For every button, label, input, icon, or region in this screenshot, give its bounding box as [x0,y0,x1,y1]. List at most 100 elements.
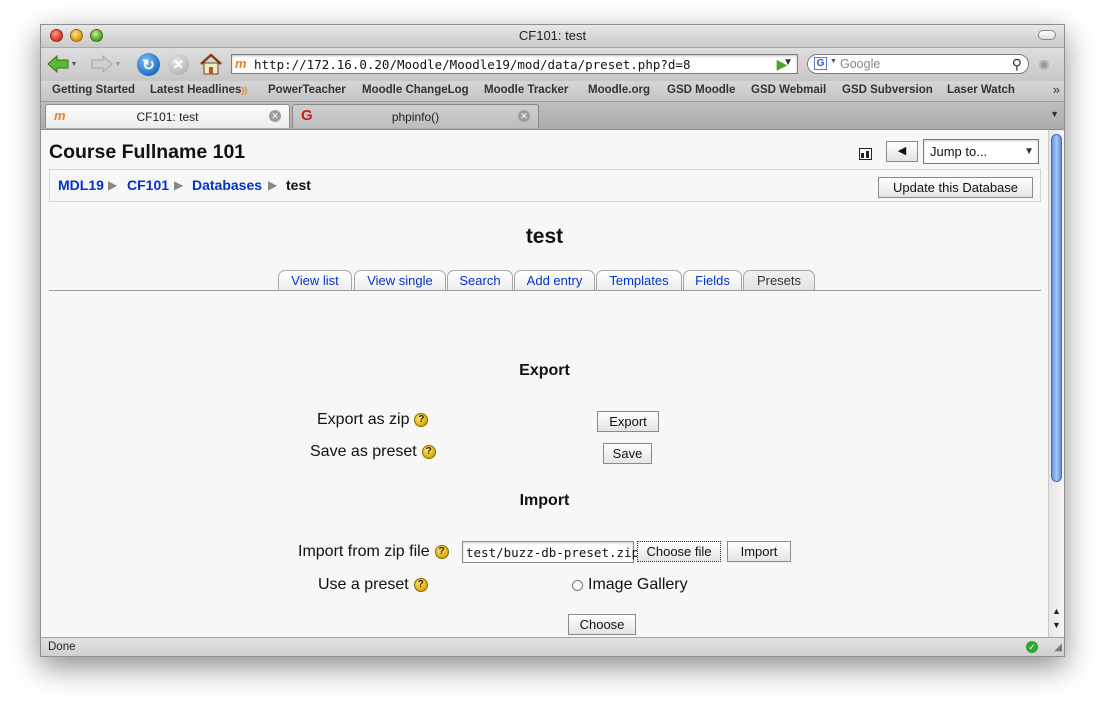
jump-to-select[interactable]: Jump to... ▼ [923,139,1039,164]
forward-history-dropdown-icon[interactable]: ▼ [114,60,122,68]
zip-file-field[interactable]: test/buzz-db-preset.zip [462,541,639,563]
bookmark-moodle-changelog[interactable]: Moodle ChangeLog [362,84,469,96]
use-preset-label: Use a preset [318,576,409,593]
image-gallery-label[interactable]: Image Gallery [588,576,688,594]
search-input[interactable]: G ▼ Google ⚲ [807,54,1029,74]
tab-fields[interactable]: Fields [683,270,742,291]
forward-button[interactable] [91,53,113,75]
browser-tab-label: CF101: test [136,110,199,124]
breadcrumb-cf101[interactable]: CF101 [127,177,169,193]
bookmark-latest-headlines[interactable]: Latest Headlines)) [150,84,247,96]
choose-preset-button[interactable]: Choose [568,614,636,635]
left-triangle-icon: ◀ [897,145,907,157]
search-engine-dropdown-icon[interactable]: ▼ [830,58,837,65]
jump-to-value: Jump to... [930,144,988,159]
tab-search[interactable]: Search [447,270,513,291]
tab-row-divider [49,290,1041,291]
page-title: test [525,225,564,248]
bookmarks-toolbar: Getting Started Latest Headlines)) Power… [41,81,1064,102]
google-search-engine-icon[interactable]: G [814,57,827,70]
browser-tab-phpinfo[interactable]: G phpinfo() ✕ [292,104,539,128]
export-heading: Export [519,362,570,379]
bookmark-gsd-subversion[interactable]: GSD Subversion [842,84,933,96]
choose-file-button[interactable]: Choose file [637,541,721,562]
forward-arrow-icon [91,54,113,74]
search-placeholder: Google [840,57,881,71]
address-bar[interactable]: m http://172.16.0.20/Moodle/Moodle19/mod… [231,54,798,74]
update-database-button[interactable]: Update this Database [878,177,1033,198]
vertical-scrollbar[interactable]: ▲ ▼ [1048,130,1064,637]
tab-presets[interactable]: Presets [743,270,815,291]
page-content: Course Fullname 101 ◀ Jump to... ▼ MDL19… [41,130,1048,637]
browser-tab-bar: m CF101: test ✕ G phpinfo() ✕ ▼ [41,102,1064,130]
docs-icon-graphic [859,148,872,160]
rss-icon: )) [241,85,248,95]
scroll-up-arrow-icon[interactable]: ▲ [1052,606,1061,616]
browser-window: CF101: test ▼ ▼ ↻ ✕ m http://172.16.0.20… [40,24,1065,657]
back-button[interactable] [47,53,69,75]
tab-view-single[interactable]: View single [354,270,446,291]
save-preset-label: Save as preset [310,443,417,460]
bookmark-powerteacher[interactable]: PowerTeacher [268,84,346,96]
bookmark-label: Latest Headlines [150,84,242,96]
export-zip-row: Export as zip? [317,411,429,429]
stop-icon: ✕ [173,56,184,72]
magnifier-icon[interactable]: ⚲ [1012,56,1022,73]
bookmark-gsd-webmail[interactable]: GSD Webmail [751,84,826,96]
docs-icon[interactable] [859,148,872,160]
zip-file-value: test/buzz-db-preset.zip [466,545,640,560]
home-icon [200,53,222,75]
previous-activity-button[interactable]: ◀ [886,141,918,162]
image-gallery-radio[interactable] [572,580,583,591]
bookmark-gsd-moodle[interactable]: GSD Moodle [667,84,735,96]
reload-button[interactable]: ↻ [137,53,160,76]
help-icon[interactable]: ? [434,544,449,559]
import-heading: Import [519,492,570,509]
export-zip-label: Export as zip [317,411,410,428]
bookmark-moodle-org[interactable]: Moodle.org [588,84,650,96]
go-arrow-icon: ▶ [776,55,788,72]
breadcrumb: MDL19 ▶ CF101 ▶ Databases ▶ test Update … [49,169,1041,202]
home-button[interactable] [199,52,223,76]
help-icon[interactable]: ? [421,444,436,459]
tab-templates[interactable]: Templates [596,270,682,291]
tab-view-list[interactable]: View list [278,270,352,291]
import-zip-label: Import from zip file [298,543,430,560]
save-preset-button[interactable]: Save [603,443,652,464]
breadcrumb-separator-icon: ▶ [174,178,184,192]
export-button[interactable]: Export [597,411,659,432]
scroll-down-arrow-icon[interactable]: ▼ [1052,620,1061,630]
go-button[interactable]: ▶ [773,56,791,72]
back-arrow-icon [47,54,69,74]
close-tab-icon[interactable]: ✕ [269,110,281,122]
reload-icon: ↻ [142,56,155,74]
help-icon[interactable]: ? [413,577,428,592]
breadcrumb-databases[interactable]: Databases [192,177,262,193]
status-bar: Done ✓ ◢ [41,637,1064,656]
course-title: Course Fullname 101 [49,141,246,163]
tab-list-dropdown-icon[interactable]: ▼ [1050,109,1059,119]
back-history-dropdown-icon[interactable]: ▼ [70,60,78,68]
breadcrumb-separator-icon: ▶ [108,178,118,192]
scrollbar-thumb[interactable] [1051,134,1062,482]
toolbar-toggle-button[interactable] [1038,30,1056,40]
stop-button[interactable]: ✕ [168,54,189,75]
bookmark-moodle-tracker[interactable]: Moodle Tracker [484,84,568,96]
save-preset-row: Save as preset? [310,443,436,461]
bookmark-getting-started[interactable]: Getting Started [52,84,135,96]
help-icon[interactable]: ? [414,412,429,427]
breadcrumb-mdl19[interactable]: MDL19 [58,177,104,193]
tab-add-entry[interactable]: Add entry [514,270,595,291]
breadcrumb-separator-icon: ▶ [268,178,278,192]
use-preset-row: Use a preset? [318,576,428,594]
import-button[interactable]: Import [727,541,791,562]
title-bar: CF101: test [41,25,1064,48]
import-zip-row: Import from zip file? [298,543,449,561]
browser-tab-cf101[interactable]: m CF101: test ✕ [45,104,290,128]
resize-grip-icon[interactable]: ◢ [1054,642,1062,653]
bookmark-laser-watch[interactable]: Laser Watch [947,84,1015,96]
navigation-toolbar: ▼ ▼ ↻ ✕ m http://172.16.0.20/Moodle/Mood… [41,48,1064,81]
close-tab-icon[interactable]: ✕ [518,110,530,122]
browser-tab-label: phpinfo() [391,110,440,124]
more-bookmarks-chevron-icon[interactable]: » [1053,82,1060,97]
